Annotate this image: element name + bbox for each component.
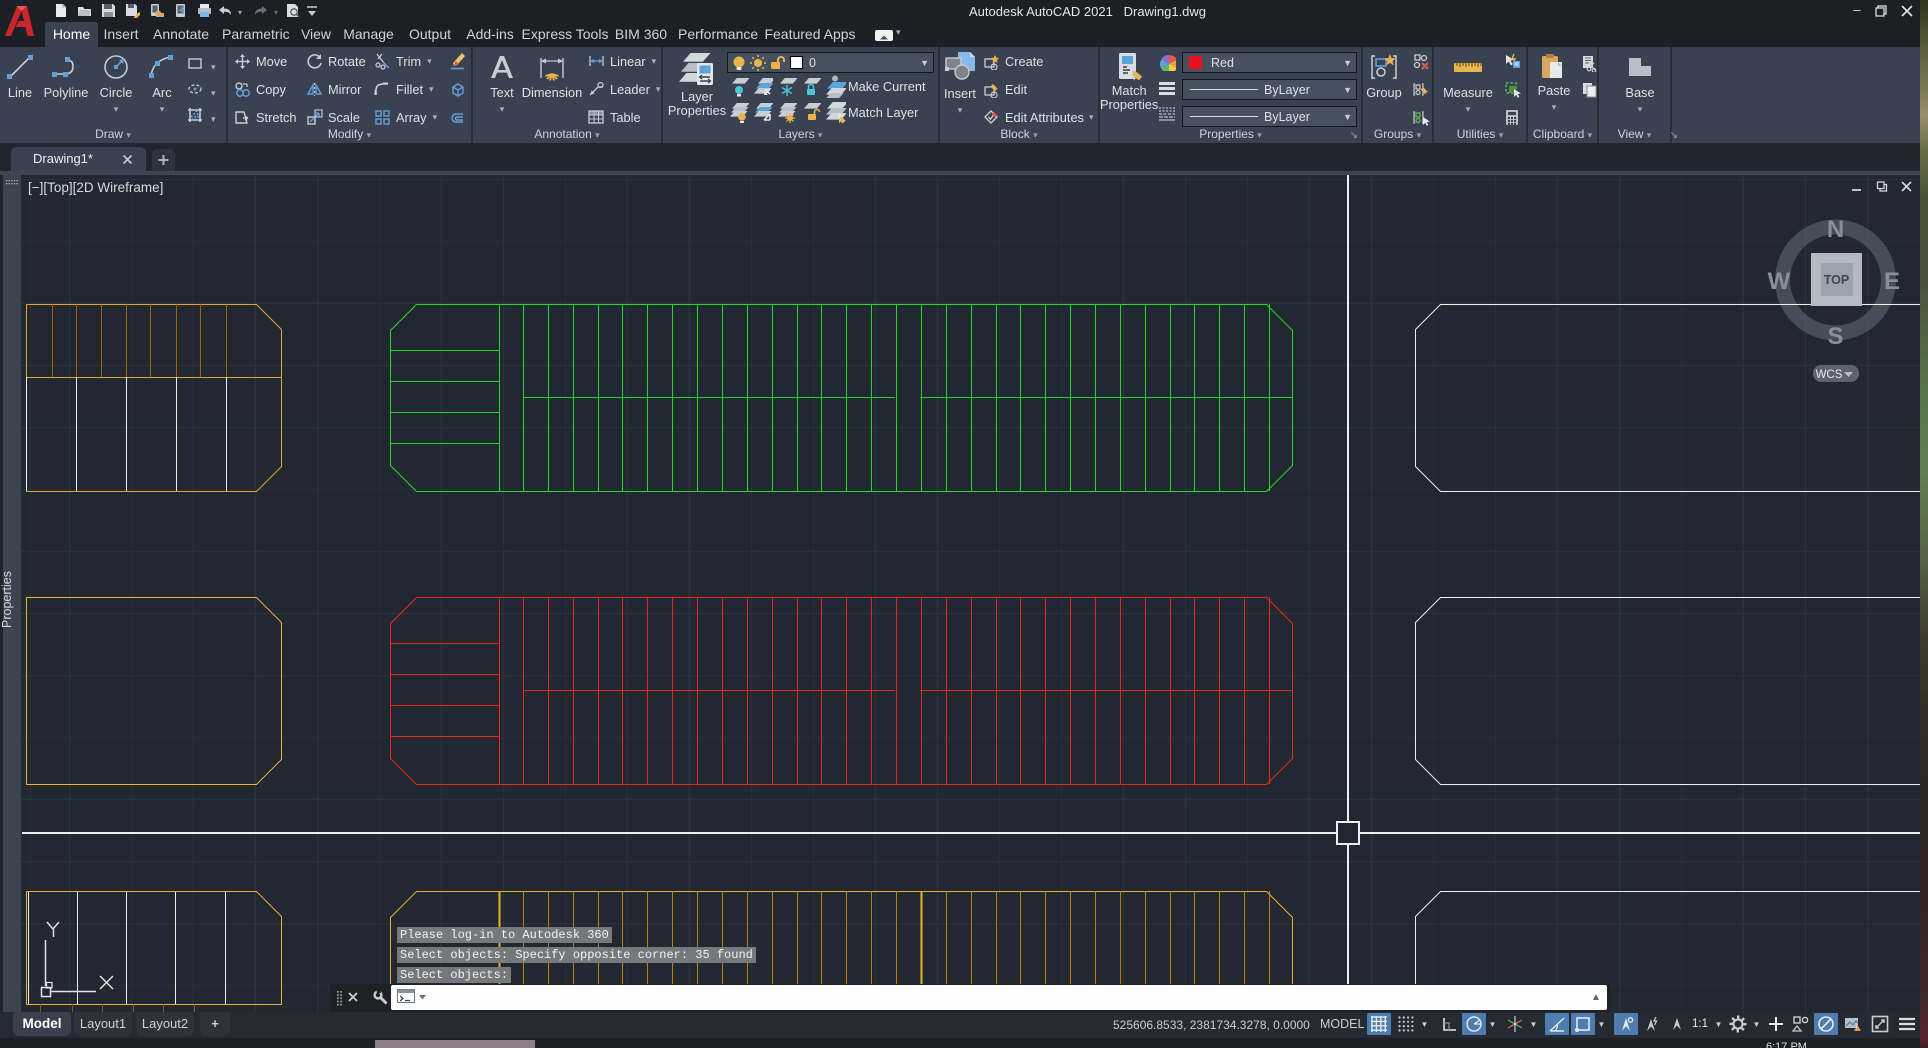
- svg-text:TOP: TOP: [1824, 273, 1849, 287]
- svg-text:WCS: WCS: [1816, 369, 1843, 381]
